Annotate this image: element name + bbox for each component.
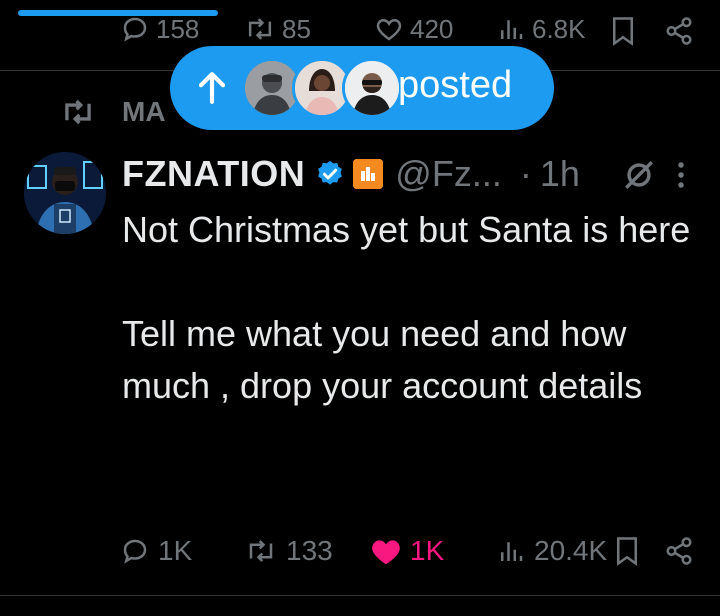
views-icon <box>496 14 526 44</box>
reply-icon <box>120 536 150 566</box>
like-button[interactable]: 1K <box>370 536 444 566</box>
repost-count: 133 <box>286 535 333 566</box>
share-icon[interactable] <box>664 16 694 46</box>
repost-button[interactable]: 133 <box>244 536 333 566</box>
prev-views-action[interactable]: 6.8K <box>496 14 586 44</box>
prev-repost-count: 85 <box>282 14 311 44</box>
loading-progress <box>0 0 720 16</box>
prev-like-count: 420 <box>410 14 454 44</box>
verified-icon[interactable] <box>315 159 345 189</box>
reply-icon <box>120 14 150 44</box>
like-count: 1K <box>410 535 445 566</box>
views-icon <box>496 536 526 566</box>
posted-label: posted <box>398 64 513 106</box>
author-handle[interactable]: @Fz... <box>395 153 502 195</box>
views-count: 20.4K <box>534 535 608 566</box>
author-name[interactable]: FZNATION <box>122 153 305 195</box>
repost-icon <box>244 14 276 44</box>
prev-repost-action[interactable]: 85 <box>244 14 311 44</box>
new-posts-pill[interactable]: posted <box>170 46 554 130</box>
affiliate-icon[interactable] <box>353 159 384 189</box>
prev-reply-count: 158 <box>156 14 200 44</box>
author-avatar[interactable] <box>24 152 106 234</box>
grok-icon[interactable] <box>622 158 656 192</box>
divider <box>0 595 720 596</box>
repost-context[interactable]: MA <box>60 96 166 128</box>
tweet-header: FZNATION @Fz... · 1h <box>122 152 580 196</box>
avatar <box>342 58 402 118</box>
reply-button[interactable]: 1K <box>120 536 192 566</box>
prev-views-count: 6.8K <box>532 14 586 44</box>
reply-count: 1K <box>158 535 193 566</box>
tweet-time[interactable]: 1h <box>540 153 580 195</box>
heart-icon <box>374 14 404 44</box>
repost-icon <box>244 536 278 566</box>
prev-reply-action[interactable]: 158 <box>120 14 199 44</box>
tweet-text: Not Christmas yet but Santa is here Tell… <box>122 209 691 406</box>
share-icon[interactable] <box>664 536 694 566</box>
repost-context-label: MA <box>122 96 166 127</box>
prev-like-action[interactable]: 420 <box>374 14 453 44</box>
heart-icon <box>370 536 402 566</box>
separator-dot: · <box>519 153 532 194</box>
more-icon[interactable] <box>676 160 686 190</box>
arrow-up-icon <box>192 68 232 108</box>
views-button[interactable]: 20.4K <box>496 536 607 566</box>
bookmark-icon[interactable] <box>610 16 636 46</box>
bookmark-icon[interactable] <box>614 536 640 566</box>
repost-icon <box>60 98 96 126</box>
